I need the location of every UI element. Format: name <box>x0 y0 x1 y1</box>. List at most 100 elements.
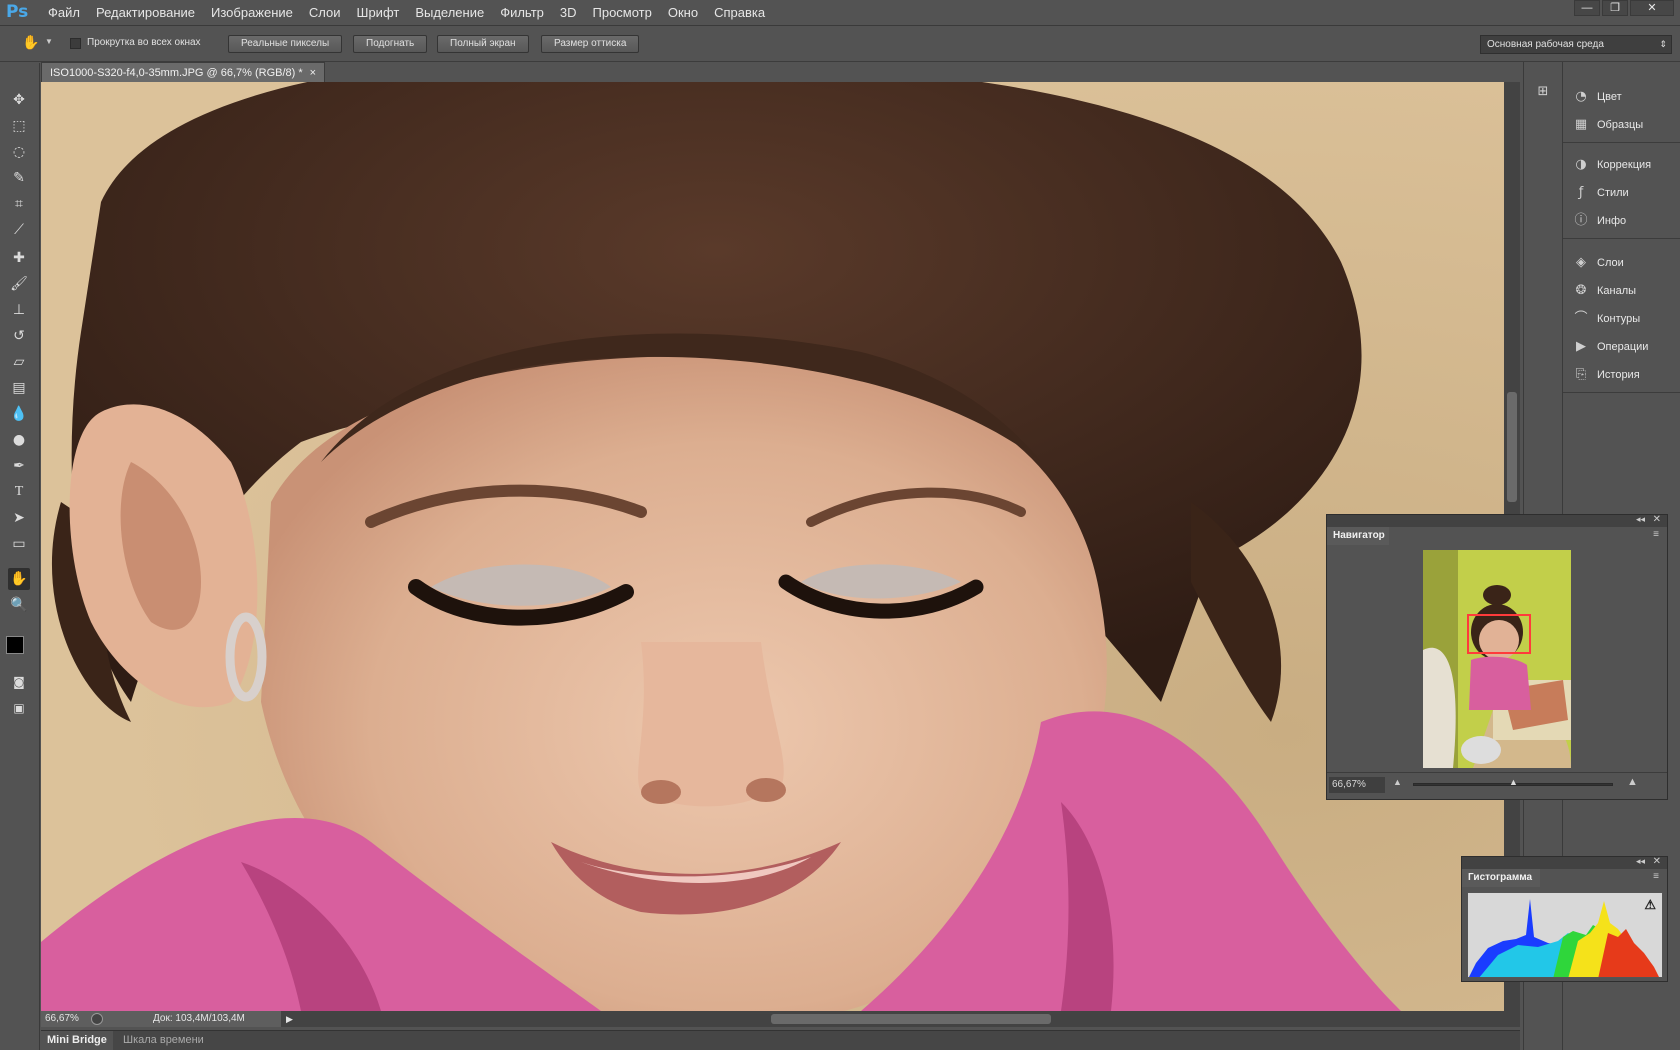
menu-file[interactable]: Файл <box>40 0 88 26</box>
divider <box>1563 142 1680 143</box>
navigator-tab[interactable]: Навигатор <box>1327 527 1389 545</box>
menu-type[interactable]: Шрифт <box>349 0 408 26</box>
menu-window[interactable]: Окно <box>660 0 706 26</box>
blur-tool-icon[interactable]: 💧 <box>8 403 30 425</box>
main-menu: Файл Редактирование Изображение Слои Шри… <box>40 0 773 26</box>
history-icon: ⎘ <box>1575 367 1587 382</box>
panel-menu-icon[interactable]: ≡ <box>1653 871 1659 882</box>
chevron-down-icon[interactable]: ▼ <box>45 37 53 46</box>
print-size-button[interactable]: Размер оттиска <box>541 35 640 53</box>
menu-view[interactable]: Просмотр <box>585 0 660 26</box>
history-brush-tool-icon[interactable]: ↺ <box>8 325 30 347</box>
eyedropper-tool-icon[interactable]: ⟋ <box>8 219 30 241</box>
toolbox: ✥ ⬚ ◌ ✎ ⌗ ⟋ ✚ 🖌 ⊥ ↺ ▱ ▤ 💧 ● ✒ T ➤ ▭ ✋ 🔍 … <box>0 63 40 1050</box>
zoom-slider-thumb[interactable]: ▲ <box>1509 777 1518 787</box>
collapse-icon[interactable]: ◂◂ <box>1636 514 1645 525</box>
photo-illustration <box>41 82 1504 1011</box>
panel-adjustments[interactable]: ◑ Коррекция <box>1573 154 1651 176</box>
screen-mode-icon[interactable]: ▣ <box>8 697 30 719</box>
menu-layers[interactable]: Слои <box>301 0 349 26</box>
channels-icon: ❂ <box>1575 283 1587 298</box>
zoom-out-icon[interactable]: ▲ <box>1393 777 1402 787</box>
horizontal-scroll-thumb[interactable] <box>771 1014 1051 1024</box>
document-tab[interactable]: ISO1000-S320-f4,0-35mm.JPG @ 66,7% (RGB/… <box>41 62 325 82</box>
image-canvas[interactable] <box>41 82 1504 1011</box>
photoshop-logo: Ps <box>6 2 29 22</box>
layers-icon: ◈ <box>1576 255 1586 270</box>
navigator-panel-icon[interactable]: ⊞ <box>1534 84 1552 102</box>
lasso-tool-icon[interactable]: ◌ <box>8 141 30 163</box>
navigator-view-frame[interactable] <box>1467 614 1531 654</box>
warning-icon[interactable]: ⚠ <box>1644 897 1656 913</box>
divider <box>1563 238 1680 239</box>
dodge-tool-icon[interactable]: ● <box>8 429 30 451</box>
close-panel-icon[interactable]: ✕ <box>1653 514 1661 525</box>
foreground-color-swatch[interactable] <box>6 636 24 654</box>
panel-paths[interactable]: ⌒ Контуры <box>1573 308 1640 330</box>
panel-info[interactable]: ⓘ Инфо <box>1573 210 1626 232</box>
hand-tool-preset-icon[interactable]: ✋ <box>22 35 40 53</box>
crop-tool-icon[interactable]: ⌗ <box>8 193 30 215</box>
type-tool-icon[interactable]: T <box>8 481 30 503</box>
actions-icon: ▶ <box>1576 339 1586 354</box>
status-menu-arrow-icon[interactable]: ▶ <box>286 1011 293 1027</box>
menu-filter[interactable]: Фильтр <box>492 0 552 26</box>
scroll-all-checkbox[interactable] <box>70 38 81 49</box>
status-info-icon[interactable] <box>91 1013 103 1025</box>
move-tool-icon[interactable]: ✥ <box>8 89 30 111</box>
menu-help[interactable]: Справка <box>706 0 773 26</box>
eraser-tool-icon[interactable]: ▱ <box>8 351 30 373</box>
pen-tool-icon[interactable]: ✒ <box>8 455 30 477</box>
actual-pixels-button[interactable]: Реальные пикселы <box>228 35 343 53</box>
panel-swatches[interactable]: ▦ Образцы <box>1573 114 1643 136</box>
minimize-icon[interactable]: — <box>1574 0 1600 16</box>
tab-mini-bridge[interactable]: Mini Bridge <box>41 1031 113 1050</box>
hand-tool-icon[interactable]: ✋ <box>8 568 30 590</box>
paths-icon: ⌒ <box>1574 311 1588 326</box>
close-icon[interactable]: ✕ <box>1630 0 1674 16</box>
gradient-tool-icon[interactable]: ▤ <box>8 377 30 399</box>
navigator-panel: ◂◂ ✕ Навигатор ≡ 66,67% ▲ ▲ ▲ <box>1326 514 1668 800</box>
zoom-readout[interactable]: 66,67% <box>45 1011 79 1027</box>
tab-timeline[interactable]: Шкала времени <box>117 1031 210 1050</box>
vertical-scroll-thumb[interactable] <box>1507 392 1517 502</box>
menu-image[interactable]: Изображение <box>203 0 301 26</box>
collapse-icon[interactable]: ◂◂ <box>1636 856 1645 867</box>
histogram-graph <box>1469 899 1659 977</box>
panel-menu-icon[interactable]: ≡ <box>1653 529 1659 540</box>
document-title: ISO1000-S320-f4,0-35mm.JPG @ 66,7% (RGB/… <box>50 67 303 79</box>
options-bar: ✋ ▼ Прокрутка во всех окнах Реальные пик… <box>0 27 1680 62</box>
menu-edit[interactable]: Редактирование <box>88 0 203 26</box>
fit-screen-button[interactable]: Подогнать <box>353 35 428 53</box>
menu-select[interactable]: Выделение <box>407 0 492 26</box>
path-select-tool-icon[interactable]: ➤ <box>8 507 30 529</box>
marquee-tool-icon[interactable]: ⬚ <box>8 115 30 137</box>
panel-channels[interactable]: ❂ Каналы <box>1573 280 1637 302</box>
navigator-zoom-field[interactable]: 66,67% <box>1329 777 1385 793</box>
panel-history[interactable]: ⎘ История <box>1573 364 1640 386</box>
zoom-tool-icon[interactable]: 🔍 <box>8 594 30 616</box>
fill-screen-button[interactable]: Полный экран <box>437 35 529 53</box>
rectangle-tool-icon[interactable]: ▭ <box>8 533 30 555</box>
close-panel-icon[interactable]: ✕ <box>1653 856 1661 867</box>
panel-styles[interactable]: ƒ Стили <box>1573 182 1629 204</box>
restore-icon[interactable]: ❐ <box>1602 0 1628 16</box>
navigator-thumbnail[interactable] <box>1423 550 1571 768</box>
menu-bar: Ps Файл Редактирование Изображение Слои … <box>0 0 1680 26</box>
swatches-icon: ▦ <box>1574 117 1588 132</box>
quick-mask-icon[interactable]: ◙ <box>8 671 30 693</box>
close-tab-icon[interactable]: × <box>310 63 316 83</box>
histogram-tab[interactable]: Гистограмма <box>1462 869 1540 887</box>
panel-layers[interactable]: ◈ Слои <box>1573 252 1624 274</box>
stamp-tool-icon[interactable]: ⊥ <box>8 299 30 321</box>
zoom-in-icon[interactable]: ▲ <box>1627 776 1638 788</box>
menu-3d[interactable]: 3D <box>552 0 585 26</box>
workspace-select[interactable]: Основная рабочая среда ⇕ <box>1480 35 1672 54</box>
quick-select-tool-icon[interactable]: ✎ <box>8 167 30 189</box>
brush-tool-icon[interactable]: 🖌 <box>8 273 30 295</box>
healing-tool-icon[interactable]: ✚ <box>8 247 30 269</box>
divider <box>1327 772 1667 773</box>
panel-color[interactable]: ◔ Цвет <box>1573 86 1621 108</box>
panel-header: ◂◂ ✕ <box>1327 514 1667 527</box>
panel-actions[interactable]: ▶ Операции <box>1573 336 1648 358</box>
